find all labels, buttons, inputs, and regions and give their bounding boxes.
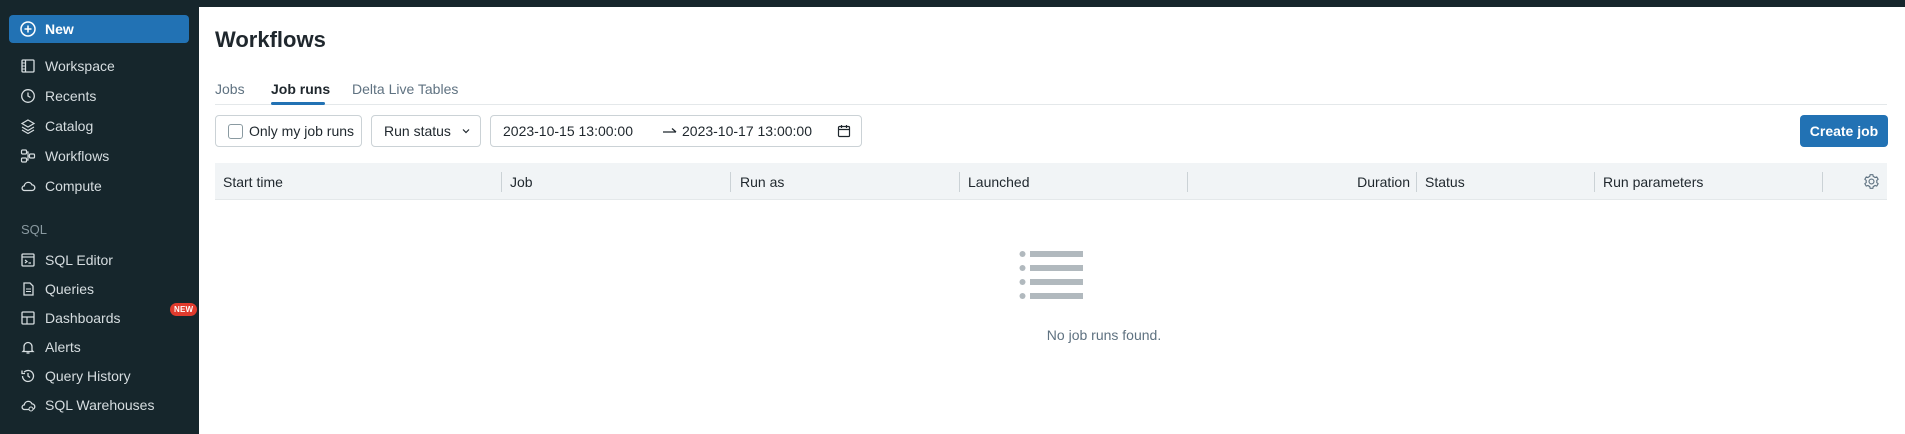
column-header-run-as[interactable]: Run as — [740, 163, 784, 200]
sidebar-item-label: Queries — [45, 281, 95, 297]
tab-bar: Jobs Job runs Delta Live Tables — [215, 71, 1887, 105]
create-job-button[interactable]: Create job — [1800, 115, 1888, 147]
end-date-value[interactable]: 2023-10-17 13:00:00 — [682, 123, 812, 139]
sidebar-item-label: Workflows — [45, 148, 110, 164]
tab-jobs[interactable]: Jobs — [215, 81, 245, 97]
gear-icon[interactable] — [1863, 173, 1880, 190]
sidebar-item-catalog[interactable]: Catalog — [20, 115, 195, 137]
sidebar-item-label: Alerts — [45, 339, 81, 355]
sidebar-item-label: SQL Editor — [45, 252, 113, 268]
column-divider[interactable] — [1594, 172, 1595, 192]
main-content: Workflows Jobs Job runs Delta Live Table… — [199, 7, 1905, 434]
column-header-start-time[interactable]: Start time — [223, 163, 283, 200]
sidebar-item-label: Dashboards — [45, 310, 121, 326]
cloud-icon — [21, 181, 36, 192]
sidebar-item-recents[interactable]: Recents — [20, 85, 195, 107]
workspace-icon — [21, 59, 35, 73]
tab-job-runs[interactable]: Job runs — [271, 81, 330, 97]
sql-editor-icon — [21, 253, 35, 267]
top-bar — [199, 0, 1905, 7]
start-date-value[interactable]: 2023-10-15 13:00:00 — [503, 123, 633, 139]
dashboards-icon — [21, 311, 35, 325]
catalog-icon — [20, 119, 36, 134]
column-header-status[interactable]: Status — [1425, 163, 1465, 200]
calendar-icon — [837, 125, 851, 138]
column-divider[interactable] — [1822, 172, 1823, 192]
column-divider[interactable] — [730, 172, 731, 192]
only-my-runs-label: Only my job runs — [249, 123, 355, 139]
date-range-picker[interactable]: 2023-10-15 13:00:00 2023-10-17 13:00:00 — [490, 115, 862, 147]
sidebar-item-sql-editor[interactable]: SQL Editor — [20, 249, 195, 271]
sidebar-item-compute[interactable]: Compute — [20, 175, 195, 197]
sidebar-item-alerts[interactable]: Alerts — [20, 336, 195, 358]
table-header: Start time Job Run as Launched Duration … — [215, 163, 1887, 200]
sidebar-item-workflows[interactable]: Workflows — [20, 145, 195, 167]
empty-state-message: No job runs found. — [199, 327, 1905, 343]
arrow-right-icon — [663, 128, 677, 133]
column-header-run-parameters[interactable]: Run parameters — [1603, 163, 1703, 200]
only-my-runs-filter[interactable]: Only my job runs — [215, 115, 362, 147]
run-status-dropdown[interactable]: Run status — [371, 115, 481, 147]
workflows-icon — [20, 149, 36, 163]
sidebar-item-label: Catalog — [45, 118, 94, 134]
history-icon — [21, 369, 35, 383]
run-status-label: Run status — [384, 123, 451, 139]
bell-icon — [21, 341, 35, 354]
sidebar-item-query-history[interactable]: Query History — [20, 365, 195, 387]
column-divider[interactable] — [959, 172, 960, 192]
sql-section-label: SQL — [21, 222, 48, 237]
sidebar-item-queries[interactable]: Queries — [20, 278, 195, 300]
sidebar-item-label: Recents — [45, 88, 97, 104]
new-button-label: New — [45, 21, 74, 37]
sidebar-item-sql-warehouses[interactable]: SQL Warehouses — [20, 394, 195, 416]
new-button[interactable]: New — [9, 15, 189, 43]
sidebar-item-label: Workspace — [45, 58, 115, 74]
column-header-launched[interactable]: Launched — [968, 163, 1030, 200]
column-header-job[interactable]: Job — [510, 163, 533, 200]
sidebar-item-label: Compute — [45, 178, 102, 194]
queries-icon — [23, 282, 34, 296]
empty-state-text: No job runs found. — [1046, 327, 1162, 343]
active-tab-indicator — [271, 102, 325, 105]
column-header-duration[interactable]: Duration — [1215, 163, 1410, 200]
chevron-down-icon — [462, 129, 470, 134]
clock-icon — [21, 89, 35, 103]
sidebar-item-dashboards[interactable]: Dashboards — [20, 307, 195, 329]
column-divider[interactable] — [1187, 172, 1188, 192]
sidebar-item-workspace[interactable]: Workspace — [20, 55, 195, 77]
plus-circle-icon — [20, 21, 36, 37]
tab-delta-live-tables[interactable]: Delta Live Tables — [352, 81, 458, 97]
sidebar-item-label: Query History — [45, 368, 131, 384]
only-my-runs-checkbox[interactable] — [228, 123, 243, 139]
column-divider[interactable] — [501, 172, 502, 192]
column-divider[interactable] — [1416, 172, 1417, 192]
sidebar: New Workspace Recents Catalog Workflows … — [0, 0, 199, 434]
warehouse-icon — [21, 400, 36, 412]
sidebar-item-label: SQL Warehouses — [45, 397, 155, 413]
list-icon — [1019, 251, 1083, 299]
new-badge: NEW — [170, 303, 198, 316]
page-title: Workflows — [215, 27, 326, 52]
